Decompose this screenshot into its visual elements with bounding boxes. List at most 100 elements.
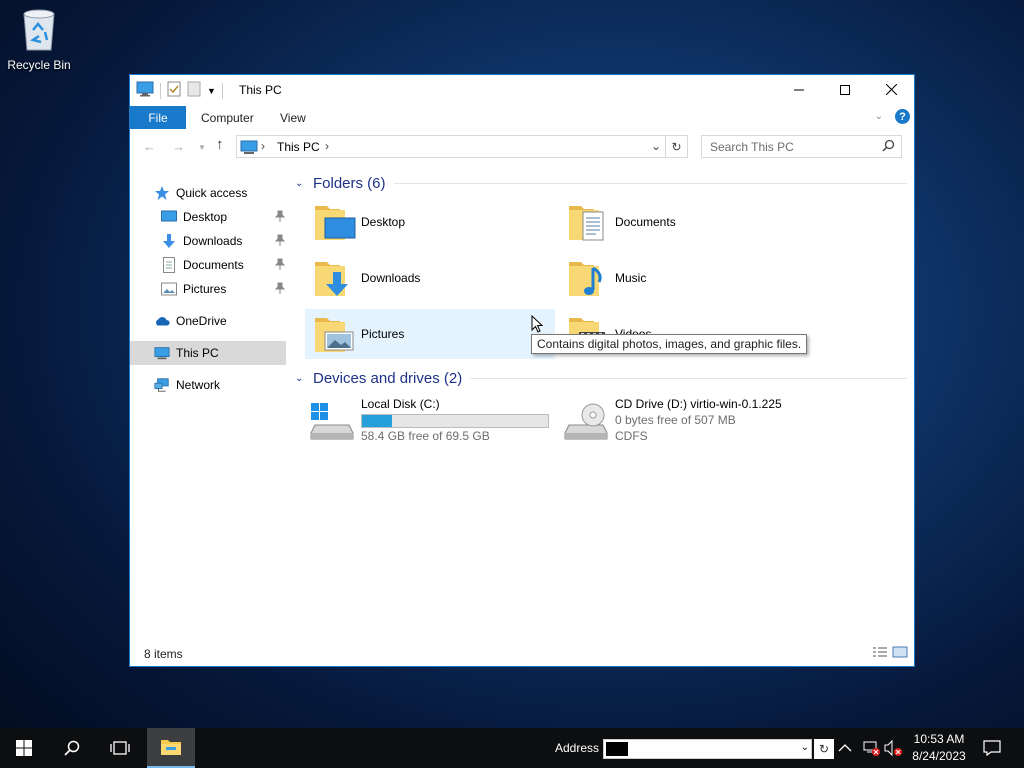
drives-group-header[interactable]: ⌄ Devices and drives (2) — [295, 370, 907, 387]
notifications-icon — [983, 740, 1001, 756]
sidebar-item-downloads[interactable]: Downloads — [161, 229, 287, 253]
navigation-pane: Quick access Desktop Downloads Documents… — [130, 175, 290, 645]
up-icon[interactable]: ↑ — [216, 136, 224, 153]
file-explorer-icon — [161, 740, 181, 755]
drive-name: Local Disk (C:) — [361, 397, 440, 411]
sidebar-item-label: OneDrive — [176, 314, 227, 328]
collapse-chevron-icon: ⌄ — [295, 373, 304, 384]
folder-downloads[interactable]: Downloads — [305, 253, 555, 303]
sidebar-item-label: Downloads — [183, 234, 243, 248]
action-center-button[interactable] — [983, 728, 1001, 768]
maximize-button[interactable] — [822, 75, 868, 104]
window-title: This PC — [239, 83, 282, 97]
maximize-icon — [840, 84, 850, 95]
windows-logo-icon — [16, 740, 32, 756]
tab-view[interactable]: View — [280, 111, 306, 125]
pin-icon[interactable] — [274, 282, 286, 297]
address-toolbar-input[interactable]: ⌄ — [603, 739, 812, 759]
help-icon[interactable]: ? — [895, 109, 910, 124]
refresh-icon[interactable]: ↻ — [665, 136, 687, 157]
recycle-bin[interactable]: Recycle Bin — [4, 6, 74, 72]
breadcrumb[interactable]: This PC — [277, 140, 320, 154]
tooltip: Contains digital photos, images, and gra… — [531, 334, 808, 354]
title-bar[interactable]: ▼ This PC — [130, 75, 914, 105]
folder-documents[interactable]: Documents — [559, 197, 809, 247]
folder-music[interactable]: Music — [559, 253, 809, 303]
drive-usage-bar — [361, 414, 549, 428]
status-bar: 8 items — [130, 642, 914, 666]
search-placeholder: Search This PC — [710, 140, 794, 154]
documents-folder-icon — [567, 200, 611, 244]
new-folder-icon[interactable] — [187, 81, 201, 100]
onedrive-cloud-icon — [154, 313, 170, 329]
search-icon — [64, 740, 80, 756]
show-hidden-icons-button[interactable] — [838, 728, 852, 768]
address-bar[interactable]: › This PC › ⌄ ↻ — [236, 135, 688, 158]
folders-group-header[interactable]: ⌄ Folders (6) — [295, 175, 907, 192]
navigation-bar: ← → ▼ ↑ › This PC › ⌄ ↻ Search This PC — [130, 134, 914, 160]
sidebar-item-pictures[interactable]: Pictures — [161, 277, 287, 301]
refresh-icon[interactable]: ↻ — [814, 739, 834, 759]
large-icons-view-icon[interactable] — [892, 646, 908, 661]
pin-icon[interactable] — [274, 210, 286, 225]
tab-file[interactable]: File — [130, 106, 186, 129]
network-status-button[interactable] — [862, 728, 880, 768]
network-icon — [154, 377, 170, 393]
cd-drive-icon — [563, 401, 609, 441]
start-button[interactable] — [0, 728, 48, 768]
folder-label: Pictures — [361, 327, 405, 341]
expand-ribbon-icon[interactable]: ⌄ — [875, 111, 883, 122]
close-button[interactable] — [868, 75, 914, 104]
chevron-down-icon[interactable]: ⌄ — [801, 742, 809, 753]
taskbar: Address ⌄ ↻ 10:53 AM 8/24/2023 — [0, 728, 1024, 768]
drive-filesystem: CDFS — [615, 429, 648, 443]
minimize-button[interactable] — [776, 75, 822, 104]
address-dropdown-icon[interactable]: ⌄ — [651, 139, 661, 153]
sidebar-item-desktop[interactable]: Desktop — [161, 205, 287, 229]
sidebar-item-documents[interactable]: Documents — [161, 253, 287, 277]
music-folder-icon — [567, 256, 611, 300]
folder-desktop[interactable]: Desktop — [305, 197, 555, 247]
sidebar-item-network[interactable]: Network — [154, 373, 310, 397]
address-toolbar-label: Address — [555, 741, 600, 755]
folder-pictures[interactable]: Pictures — [305, 309, 555, 359]
recycle-bin-icon — [19, 6, 59, 52]
drive-usage-fill — [362, 415, 392, 427]
this-pc-small-icon — [240, 139, 258, 158]
pin-icon[interactable] — [274, 234, 286, 249]
drive-space-info: 0 bytes free of 507 MB — [615, 413, 736, 427]
chevron-right-icon[interactable]: › — [325, 139, 329, 153]
pin-icon[interactable] — [274, 258, 286, 273]
recycle-bin-label: Recycle Bin — [7, 58, 71, 72]
drive-name: CD Drive (D:) virtio-win-0.1.225 — [615, 397, 782, 411]
chevron-up-icon — [838, 744, 852, 752]
clock[interactable]: 10:53 AM 8/24/2023 — [905, 731, 973, 765]
search-button[interactable] — [48, 728, 96, 768]
chevron-right-icon[interactable]: › — [261, 139, 265, 153]
forward-icon[interactable]: → — [172, 139, 185, 154]
computer-icon — [154, 345, 170, 361]
customize-qat-icon[interactable]: ▼ — [207, 86, 216, 96]
star-icon — [154, 185, 170, 201]
sidebar-item-onedrive[interactable]: OneDrive — [154, 309, 310, 333]
network-disconnected-icon — [863, 741, 880, 756]
downloads-folder-icon — [313, 256, 357, 300]
clock-date: 8/24/2023 — [912, 749, 966, 763]
details-view-icon[interactable] — [872, 646, 888, 661]
drive-c[interactable]: Local Disk (C:) 58.4 GB free of 69.5 GB — [305, 395, 555, 445]
search-input[interactable]: Search This PC — [701, 135, 902, 158]
properties-icon[interactable] — [167, 81, 181, 100]
folder-label: Desktop — [361, 215, 406, 229]
volume-button[interactable] — [884, 728, 902, 768]
search-icon — [882, 139, 895, 155]
tab-computer[interactable]: Computer — [201, 111, 254, 125]
back-icon[interactable]: ← — [143, 139, 156, 154]
sidebar-item-quick-access[interactable]: Quick access — [154, 181, 310, 205]
file-explorer-taskbar-button[interactable] — [147, 728, 195, 768]
computer-icon — [136, 81, 154, 100]
sidebar-item-this-pc[interactable]: This PC — [130, 341, 286, 365]
recent-locations-icon[interactable]: ▼ — [198, 143, 206, 152]
drive-d[interactable]: CD Drive (D:) virtio-win-0.1.225 0 bytes… — [559, 395, 809, 445]
clock-time: 10:53 AM — [913, 732, 965, 746]
task-view-button[interactable] — [96, 728, 144, 768]
